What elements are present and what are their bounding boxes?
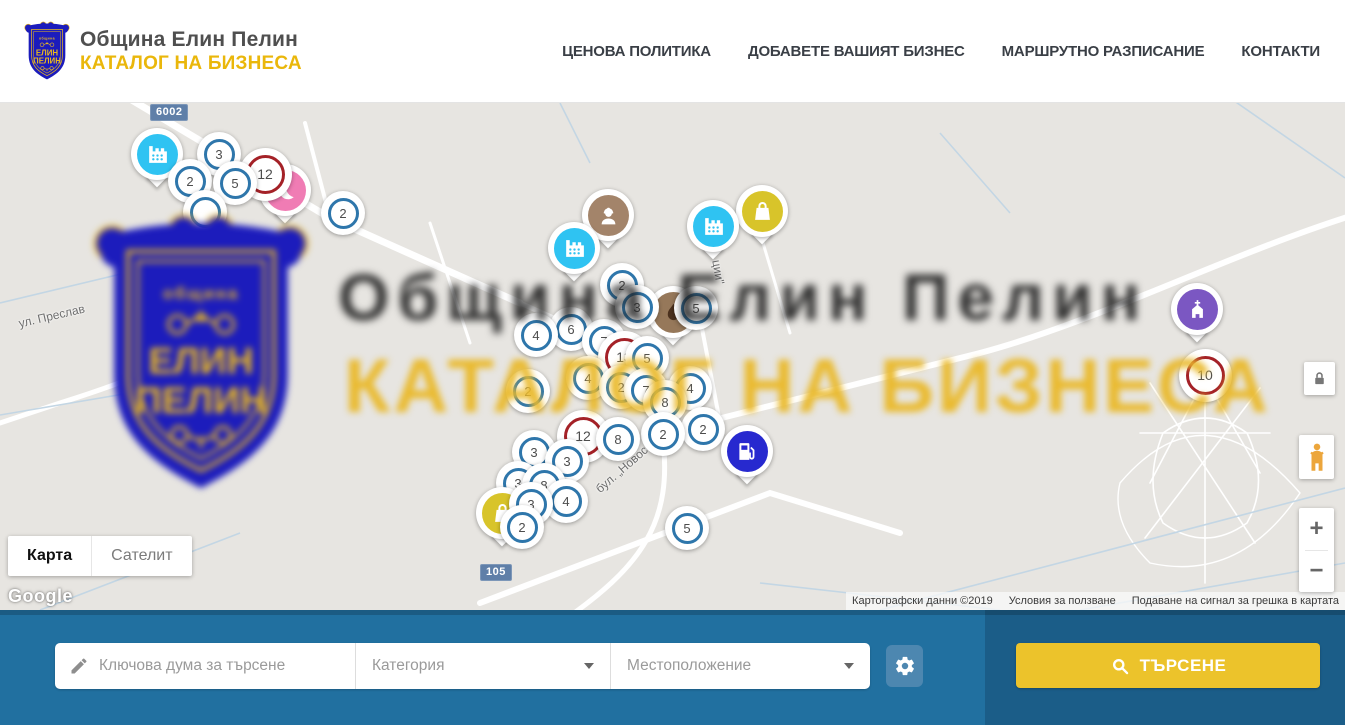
zoom-in-button[interactable]: + [1299, 508, 1334, 550]
road-number-label: 6002 [150, 104, 188, 121]
page: Община Елин Пелин КАТАЛОГ НА БИЗНЕСА ЦЕН… [0, 0, 1345, 725]
municipality-crest-icon [22, 20, 72, 83]
nav-item-2[interactable]: ДОБАВЕТЕ ВАШИЯТ БИЗНЕС [748, 43, 965, 60]
cluster-count: 2 [186, 174, 193, 189]
site-subtitle: КАТАЛОГ НА БИЗНЕСА [80, 53, 302, 75]
pegman-icon [1306, 442, 1328, 472]
search-group: Категория Местоположение [55, 643, 870, 689]
lock-icon [1311, 369, 1328, 388]
cluster-count: 3 [215, 147, 222, 162]
google-logo[interactable]: Google [8, 586, 73, 607]
street-view-pegman[interactable] [1299, 435, 1334, 479]
factory-pin-marker[interactable] [686, 200, 740, 266]
church-pin-marker[interactable] [1170, 283, 1224, 349]
search-bar-section: Категория Местоположение [0, 610, 1345, 725]
map-type-satellite-button[interactable]: Сателит [91, 536, 191, 576]
main-nav: ЦЕНОВА ПОЛИТИКА ДОБАВЕТЕ ВАШИЯТ БИЗНЕС МАР… [562, 0, 1320, 103]
nav-item-3[interactable]: МАРШРУТНО РАЗПИСАНИЕ [1002, 43, 1205, 60]
location-select-value: Местоположение [627, 657, 751, 675]
church-icon [1177, 289, 1218, 330]
cluster-count: 4 [562, 494, 569, 509]
road-number-label: 105 [480, 564, 512, 581]
lock-control[interactable] [1304, 362, 1335, 395]
watermark-crest-icon [80, 208, 322, 504]
attribution-report-link[interactable]: Подаване на сигнал за грешка в картата [1132, 595, 1339, 607]
fuel-pin-marker[interactable] [720, 425, 774, 491]
site-logo[interactable]: Община Елин Пелин КАТАЛОГ НА БИЗНЕСА [22, 20, 302, 83]
chevron-down-icon [584, 663, 594, 669]
cluster-count: 8 [614, 432, 621, 447]
pencil-icon [69, 656, 89, 676]
watermark-title: Община Елин Пелин [338, 259, 1149, 335]
cluster-marker[interactable]: 2 [500, 505, 544, 549]
attribution-terms-link[interactable]: Условия за ползване [1009, 595, 1116, 607]
cluster-count: 5 [231, 176, 238, 191]
chevron-down-icon [844, 663, 854, 669]
cluster-marker[interactable]: 2 [321, 191, 365, 235]
zoom-out-button[interactable]: − [1299, 551, 1334, 593]
category-select-value: Категория [372, 657, 444, 675]
search-fields-panel: Категория Местоположение [0, 610, 985, 725]
fuel-icon [727, 431, 768, 472]
search-action-panel: ТЪРСЕНЕ [985, 610, 1345, 725]
search-icon [1110, 656, 1130, 676]
advanced-settings-button[interactable] [886, 645, 923, 687]
map-attribution: Картографски данни ©2019 Условия за полз… [846, 592, 1345, 610]
cluster-count: 3 [563, 454, 570, 469]
cluster-count: 2 [339, 206, 346, 221]
category-select[interactable]: Категория [355, 643, 610, 689]
cluster-marker[interactable]: 5 [665, 506, 709, 550]
nav-item-1[interactable]: ЦЕНОВА ПОЛИТИКА [562, 43, 711, 60]
search-button[interactable]: ТЪРСЕНЕ [1016, 643, 1320, 688]
cluster-count: 2 [518, 520, 525, 535]
cluster-count: 12 [257, 166, 273, 182]
search-button-label: ТЪРСЕНЕ [1140, 656, 1227, 676]
map-canvas[interactable]: 312252235647135104274282212833384325 600… [0, 103, 1345, 610]
map-type-map-button[interactable]: Карта [8, 536, 91, 576]
keyword-field[interactable] [55, 643, 355, 689]
site-title: Община Елин Пелин [80, 28, 302, 52]
zoom-control: + − [1299, 508, 1334, 592]
location-select[interactable]: Местоположение [610, 643, 870, 689]
map-type-control: Карта Сателит [8, 536, 192, 576]
watermark-subtitle: КАТАЛОГ НА БИЗНЕСА [344, 343, 1271, 430]
bag-pin-marker[interactable] [735, 185, 789, 251]
gear-icon [894, 655, 916, 677]
site-header: Община Елин Пелин КАТАЛОГ НА БИЗНЕСА ЦЕН… [0, 0, 1345, 103]
nav-item-4[interactable]: КОНТАКТИ [1241, 43, 1320, 60]
cluster-count: 3 [530, 445, 537, 460]
factory-icon [693, 206, 734, 247]
attribution-copyright: Картографски данни ©2019 [852, 595, 993, 607]
cluster-count: 5 [683, 521, 690, 536]
bag-icon [742, 191, 783, 232]
keyword-input[interactable] [99, 657, 341, 675]
